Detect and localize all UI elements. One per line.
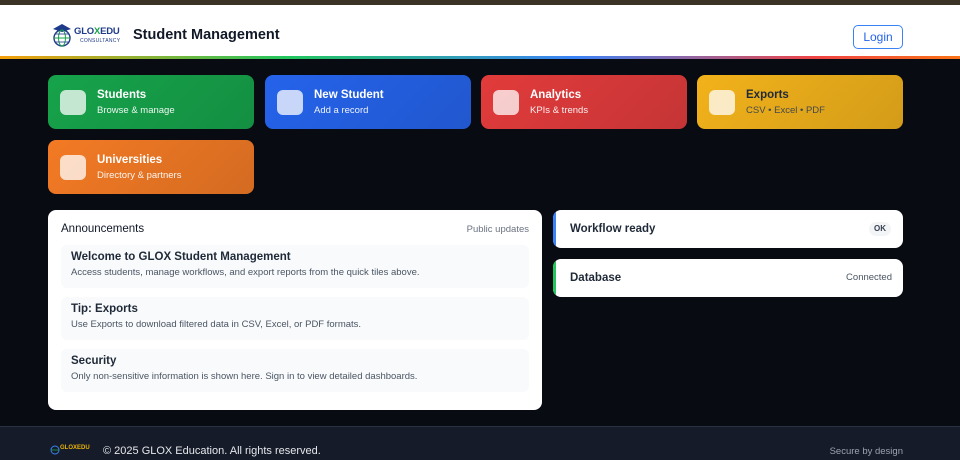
status-accent: [553, 259, 556, 297]
tile-title: Students: [97, 89, 147, 101]
tile-analytics[interactable]: Analytics KPIs & trends: [481, 75, 687, 129]
announcement-title: Welcome to GLOX Student Management: [71, 251, 291, 263]
announcement-title: Tip: Exports: [71, 303, 138, 315]
announcement-body: Use Exports to download filtered data in…: [71, 319, 362, 330]
footer-logo: GLOXEDU: [50, 443, 96, 457]
login-button[interactable]: Login: [853, 25, 903, 49]
announcements-panel: Announcements Public updates Welcome to …: [48, 210, 542, 410]
footer-brand-name: GLOXEDU: [60, 445, 90, 451]
announcement-item: Welcome to GLOX Student Management Acces…: [61, 245, 529, 288]
database-status: Connected: [846, 272, 892, 283]
brand-name: GLOXEDU: [74, 26, 120, 37]
header-accent-line: [0, 56, 960, 59]
announcement-item: Tip: Exports Use Exports to download fil…: [61, 297, 529, 340]
tile-exports[interactable]: Exports CSV • Excel • PDF: [697, 75, 903, 129]
footer: GLOXEDU © 2025 GLOX Education. All right…: [0, 427, 960, 460]
status-badge: OK: [869, 222, 891, 236]
brand-subtitle: CONSULTANCY: [80, 38, 121, 44]
tile-students[interactable]: Students Browse & manage: [48, 75, 254, 129]
tile-icon: [60, 90, 86, 115]
tile-title: Analytics: [530, 89, 582, 101]
tile-title: Universities: [97, 154, 163, 166]
globe-icon: [50, 445, 60, 455]
secure-text: Secure by design: [829, 446, 903, 457]
status-accent: [553, 210, 556, 248]
brand-logo[interactable]: GLOXEDU CONSULTANCY: [50, 21, 126, 51]
tile-title: Exports: [746, 89, 789, 101]
copyright-text: © 2025 GLOX Education. All rights reserv…: [103, 445, 321, 457]
tile-subtitle: Add a record: [314, 105, 369, 116]
database-title: Database: [570, 272, 622, 284]
tile-icon: [709, 90, 735, 115]
globe-icon: [53, 24, 71, 47]
announcement-body: Access students, manage workflows, and e…: [71, 267, 420, 278]
announcement-item: Security Only non-sensitive information …: [61, 349, 529, 392]
tile-new-student[interactable]: New Student Add a record: [265, 75, 471, 129]
tile-icon: [277, 90, 303, 115]
workflow-status-card: Workflow ready OK: [553, 210, 903, 248]
announcement-body: Only non-sensitive information is shown …: [71, 371, 418, 382]
tile-title: New Student: [314, 89, 384, 101]
database-status-card: Database Connected: [553, 259, 903, 297]
announcements-title: Announcements: [61, 223, 145, 235]
tile-universities[interactable]: Universities Directory & partners: [48, 140, 254, 194]
header-bar: GLOXEDU CONSULTANCY Student Management L…: [0, 5, 960, 58]
workflow-title: Workflow ready: [570, 223, 656, 235]
tile-subtitle: KPIs & trends: [530, 105, 589, 116]
tile-subtitle: Browse & manage: [97, 105, 175, 116]
announcement-title: Security: [71, 355, 117, 367]
page-title: Student Management: [133, 27, 280, 43]
announcements-meta: Public updates: [466, 224, 529, 235]
tile-icon: [60, 155, 86, 180]
tile-icon: [493, 90, 519, 115]
tile-subtitle: Directory & partners: [97, 170, 182, 181]
tile-subtitle: CSV • Excel • PDF: [746, 105, 825, 116]
